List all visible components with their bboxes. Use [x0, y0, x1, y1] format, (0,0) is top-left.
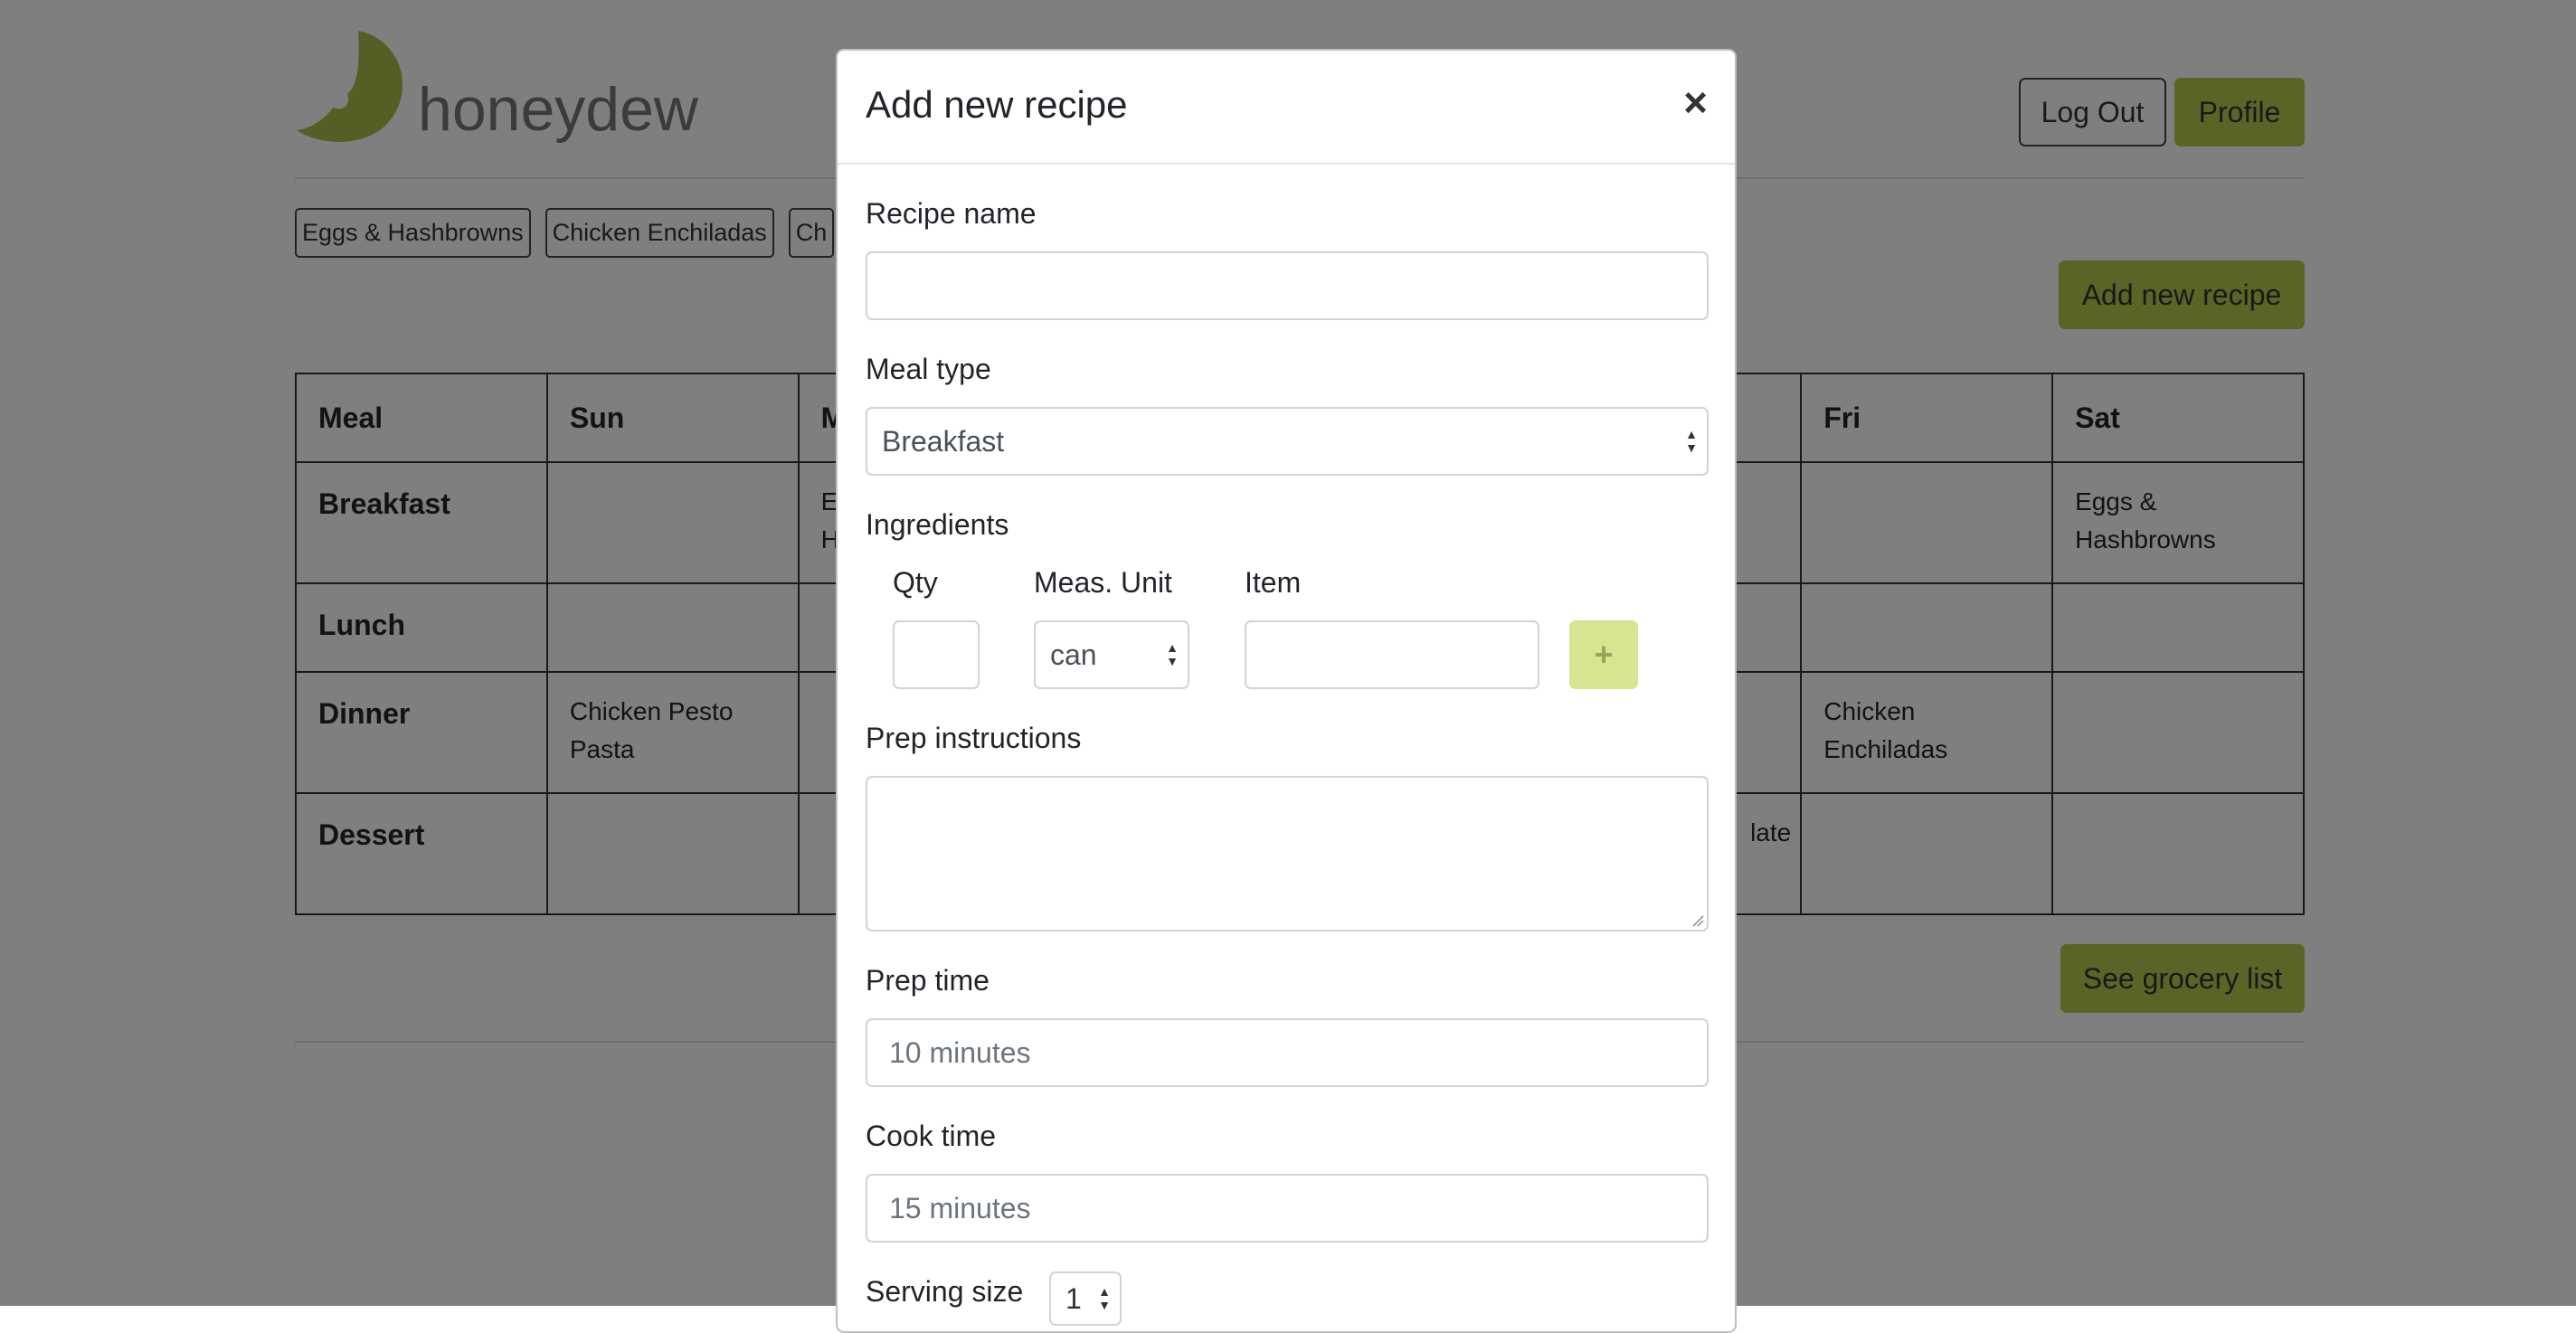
add-ingredient-button[interactable]: +	[1569, 620, 1638, 689]
recipe-name-input[interactable]	[866, 251, 1709, 320]
unit-label: Meas. Unit	[1034, 566, 1172, 599]
select-arrows-icon: ▲ ▼	[1098, 1284, 1111, 1312]
meal-type-label: Meal type	[866, 353, 991, 385]
cook-time-label: Cook time	[866, 1120, 997, 1152]
prep-instructions-textarea[interactable]	[866, 776, 1709, 931]
unit-select[interactable]: can ▲ ▼	[1034, 620, 1189, 689]
unit-value: can	[1050, 638, 1097, 671]
serving-size-value: 1	[1065, 1281, 1082, 1315]
meal-planner-page: honeydew Log Out Profile Eggs & Hashbrow…	[0, 0, 2576, 1333]
serving-size-label: Serving size	[866, 1275, 1024, 1308]
meal-type-select[interactable]: Breakfast ▲ ▼	[866, 407, 1709, 476]
resize-handle-icon[interactable]	[1691, 914, 1704, 927]
add-recipe-modal: Add new recipe × Recipe name Meal type B…	[836, 49, 1737, 1333]
modal-header: Add new recipe ×	[838, 51, 1735, 165]
recipe-name-label: Recipe name	[866, 197, 1037, 230]
item-input[interactable]	[1245, 620, 1539, 689]
select-arrows-icon: ▲ ▼	[1685, 427, 1698, 455]
prep-time-input[interactable]: 10 minutes	[866, 1018, 1709, 1087]
qty-label: Qty	[893, 566, 938, 599]
item-label: Item	[1245, 566, 1302, 599]
prep-time-label: Prep time	[866, 964, 990, 997]
cook-time-input[interactable]: 15 minutes	[866, 1174, 1709, 1243]
modal-title: Add new recipe	[866, 83, 1128, 126]
meal-type-value: Breakfast	[882, 424, 1005, 458]
select-arrows-icon: ▲ ▼	[1166, 640, 1179, 668]
ingredients-label: Ingredients	[866, 508, 1009, 541]
close-icon[interactable]: ×	[1683, 78, 1708, 127]
serving-size-select[interactable]: 1 ▲ ▼	[1049, 1272, 1122, 1326]
prep-instructions-label: Prep instructions	[866, 722, 1082, 754]
qty-input[interactable]	[893, 620, 980, 689]
